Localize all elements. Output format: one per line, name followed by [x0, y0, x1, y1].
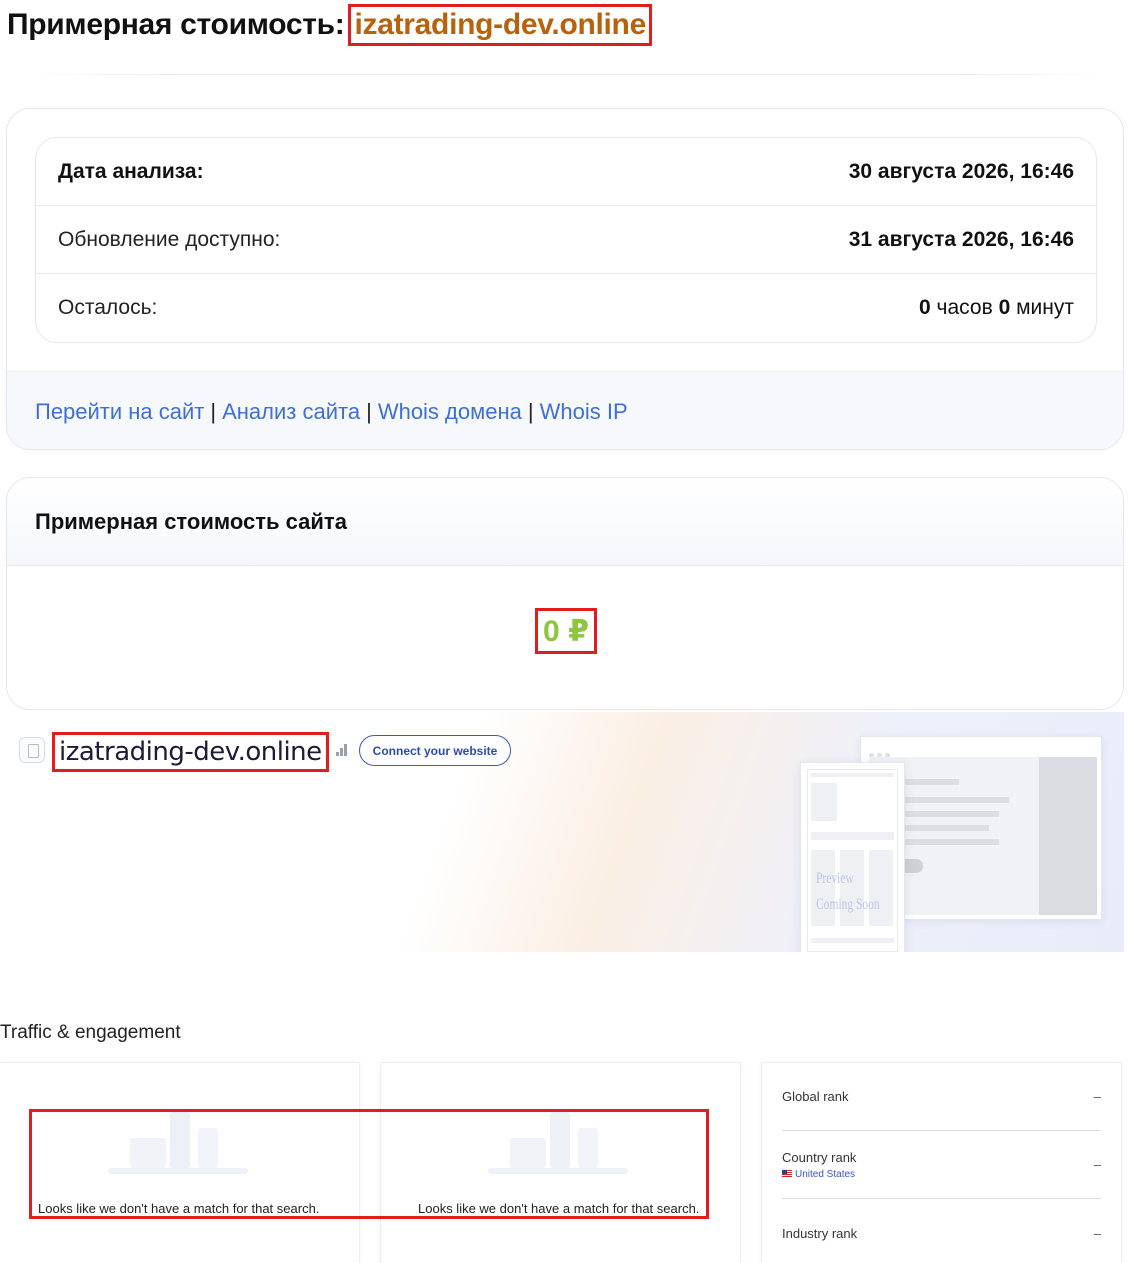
visit-site-link[interactable]: Перейти на сайт — [35, 399, 204, 425]
site-links-bar: Перейти на сайт | Анализ сайта | Whois д… — [7, 371, 1123, 449]
connect-website-button[interactable]: Connect your website — [359, 735, 511, 766]
remaining-hours-unit: часов — [936, 296, 993, 319]
link-separator: | — [366, 398, 372, 424]
analysis-date-label: Дата анализа: — [58, 159, 204, 183]
country-rank-label: Country rank — [782, 1149, 857, 1165]
rank-bars-icon — [336, 744, 350, 756]
global-rank-row: Global rank – — [782, 1063, 1101, 1131]
remaining-hours: 0 — [919, 296, 931, 319]
us-flag-icon — [782, 1170, 792, 1178]
analysis-info-table: Дата анализа: 30 августа 2026, 16:46 Обн… — [35, 137, 1097, 343]
page-title: Примерная стоимость: izatrading-dev.onli… — [7, 4, 652, 46]
title-divider — [30, 74, 1105, 75]
page-title-prefix: Примерная стоимость: — [7, 8, 345, 41]
remaining-minutes: 0 — [998, 296, 1011, 319]
mobile-preview-image: Preview Coming Soon — [800, 762, 905, 952]
preview-coming-soon-text: Preview Coming Soon — [816, 870, 880, 913]
analysis-date-value: 30 августа 2026, 16:46 — [848, 159, 1074, 183]
site-domain-name: izatrading-dev.online — [52, 732, 329, 772]
link-separator: | — [210, 398, 217, 424]
country-rank-value: – — [1093, 1157, 1101, 1172]
remaining-label: Осталось: — [58, 296, 158, 319]
update-available-value: 31 августа 2026, 16:46 — [848, 227, 1074, 251]
analysis-date-row: Дата анализа: 30 августа 2026, 16:46 — [36, 138, 1096, 206]
similarweb-header: izatrading-dev.online Connect your websi… — [0, 712, 1124, 952]
analysis-info-card: Дата анализа: 30 августа 2026, 16:46 Обн… — [6, 108, 1124, 450]
global-rank-label: Global rank — [782, 1089, 849, 1104]
global-rank-value: – — [1093, 1089, 1101, 1104]
traffic-engagement-title: Traffic & engagement — [0, 1022, 181, 1043]
industry-rank-row: Industry rank – — [782, 1199, 1101, 1263]
highlight-box — [29, 1109, 709, 1219]
site-value-price: 0 ₽ — [535, 608, 597, 654]
update-available-label: Обновление доступно: — [58, 227, 281, 251]
rank-tile: Global rank – Country rank United States… — [761, 1062, 1122, 1263]
remaining-value: 0 часов 0 минут — [919, 296, 1074, 320]
whois-ip-link[interactable]: Whois IP — [540, 399, 628, 425]
whois-domain-link[interactable]: Whois домена — [378, 399, 522, 425]
remaining-row: Осталось: 0 часов 0 минут — [36, 274, 1096, 342]
link-separator: | — [527, 398, 534, 424]
site-value-title: Примерная стоимость сайта — [7, 478, 1123, 566]
site-analysis-link[interactable]: Анализ сайта — [222, 399, 360, 425]
country-rank-row: Country rank United States – — [782, 1131, 1101, 1199]
industry-rank-label: Industry rank — [782, 1225, 858, 1241]
country-rank-country[interactable]: United States — [782, 1169, 856, 1180]
page-title-domain: izatrading-dev.online — [348, 4, 652, 46]
site-favicon-icon — [19, 737, 45, 763]
site-value-card: Примерная стоимость сайта 0 ₽ — [6, 477, 1124, 710]
remaining-minutes-unit: минут — [1016, 296, 1074, 319]
industry-rank-value: – — [1093, 1225, 1101, 1241]
update-available-row: Обновление доступно: 31 августа 2026, 16… — [36, 206, 1096, 274]
